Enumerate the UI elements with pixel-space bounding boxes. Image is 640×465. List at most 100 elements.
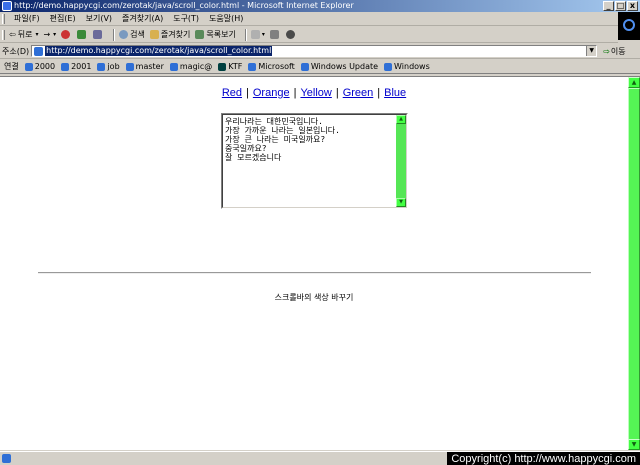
link-ktf[interactable]: KTF	[218, 62, 242, 71]
link-page-icon	[384, 62, 393, 71]
search-label: 검색	[130, 30, 145, 39]
favorites-button[interactable]: 즐겨찾기	[149, 29, 191, 40]
close-button[interactable]: x	[627, 1, 638, 11]
address-dropdown-icon[interactable]: ▼	[586, 46, 597, 56]
demo-textarea[interactable]: 우리나라는 대한민국입니다. 가장 가까운 나라는 일본입니다. 가장 큰 나라…	[221, 113, 408, 209]
forward-label: →	[43, 30, 51, 39]
link-page-icon	[97, 62, 106, 71]
ie-e-icon	[623, 19, 635, 31]
minimize-button[interactable]: _	[603, 1, 614, 11]
link-master[interactable]: master	[125, 62, 164, 71]
back-button[interactable]: ⇦ 뒤로 ▾	[9, 29, 38, 40]
links-bar: 연결 2000 2001 job master magic@ KTF Micro…	[0, 60, 640, 74]
color-link-blue[interactable]: Blue	[384, 87, 406, 99]
textarea-text[interactable]: 우리나라는 대한민국입니다. 가장 가까운 나라는 일본입니다. 가장 큰 나라…	[225, 117, 395, 162]
mail-dropdown-icon[interactable]: ▾	[262, 31, 265, 38]
back-arrow-icon: ⇦	[9, 30, 16, 39]
stop-icon	[61, 30, 71, 39]
messenger-icon	[285, 30, 295, 39]
page-icon	[34, 46, 44, 56]
mail-icon	[250, 30, 260, 39]
color-link-orange[interactable]: Orange	[253, 87, 290, 99]
history-button[interactable]: 목록보기	[195, 29, 236, 40]
menu-tools[interactable]: 도구(T)	[168, 12, 204, 26]
toolbar-grip	[2, 29, 5, 40]
home-button[interactable]	[93, 30, 104, 39]
print-icon	[269, 30, 279, 39]
search-button[interactable]: 검색	[119, 29, 145, 40]
window-title: http://demo.happycgi.com/zerotak/java/sc…	[14, 1, 354, 10]
forward-button[interactable]: → ▾	[43, 30, 56, 39]
window-controls: _ □ x	[603, 0, 638, 11]
copyright-banner: Copyright(c) http://www.happycgi.com	[447, 452, 640, 465]
print-button[interactable]	[269, 30, 281, 39]
refresh-button[interactable]	[77, 30, 88, 39]
maximize-button[interactable]: □	[615, 1, 626, 11]
go-label: 이동	[610, 46, 626, 56]
scroll-up-icon[interactable]: ▲	[628, 77, 640, 88]
back-dropdown-icon[interactable]: ▾	[35, 31, 38, 38]
ie-throbber-logo	[618, 12, 640, 40]
link-page-icon	[125, 62, 134, 71]
toolbar-separator	[113, 28, 116, 41]
link-windows-update[interactable]: Windows Update	[300, 62, 378, 71]
link-magic[interactable]: magic@	[169, 62, 213, 71]
link-separator: |	[246, 87, 249, 99]
scroll-down-icon[interactable]: ▼	[628, 439, 640, 450]
address-label: 주소(D)	[2, 46, 30, 56]
history-icon	[195, 30, 205, 39]
link-windows[interactable]: Windows	[384, 62, 430, 71]
favorites-label: 즐겨찾기	[160, 30, 191, 39]
link-separator: |	[377, 87, 381, 99]
link-2001[interactable]: 2001	[61, 62, 91, 71]
menu-file[interactable]: 파일(F)	[9, 12, 45, 26]
menu-edit[interactable]: 편집(E)	[45, 12, 81, 26]
link-page-icon	[169, 62, 178, 71]
horizontal-rule	[38, 272, 591, 274]
textarea-scroll-down-icon[interactable]: ▼	[396, 198, 406, 207]
history-label: 목록보기	[206, 30, 236, 39]
link-microsoft[interactable]: Microsoft	[248, 62, 295, 71]
scroll-thumb[interactable]	[628, 88, 640, 440]
link-text: KTF	[228, 62, 243, 71]
go-arrow-icon: ⇨	[603, 46, 610, 56]
link-text: Windows	[394, 62, 430, 71]
color-link-red[interactable]: Red	[222, 87, 242, 99]
textarea-scrollbar[interactable]: ▲ ▼	[396, 115, 406, 207]
page-scrollbar[interactable]: ▲ ▼	[628, 76, 640, 450]
link-page-icon	[300, 62, 309, 71]
mail-button[interactable]: ▾	[250, 30, 265, 39]
back-label: 뒤로	[17, 30, 33, 39]
messenger-button[interactable]	[285, 30, 297, 39]
link-page-icon	[248, 62, 257, 71]
favorites-icon	[149, 30, 159, 39]
link-page-icon	[61, 62, 70, 71]
address-url[interactable]: http://demo.happycgi.com/zerotak/java/sc…	[45, 46, 273, 56]
ie-app-icon	[2, 1, 12, 11]
color-link-green[interactable]: Green	[343, 87, 374, 99]
link-page-icon	[24, 62, 33, 71]
toolbar-separator	[244, 28, 247, 41]
color-links-row: Red | Orange | Yellow | Green | Blue	[0, 87, 628, 99]
link-job[interactable]: job	[97, 62, 120, 71]
go-button[interactable]: ⇨ 이동	[603, 46, 625, 57]
link-text: magic@	[179, 62, 213, 71]
address-bar: 주소(D) http://demo.happycgi.com/zerotak/j…	[0, 44, 640, 59]
home-icon	[93, 30, 103, 39]
status-page-icon	[2, 454, 11, 463]
status-bar: Copyright(c) http://www.happycgi.com	[0, 451, 640, 465]
color-link-yellow[interactable]: Yellow	[300, 87, 331, 99]
address-input[interactable]: http://demo.happycgi.com/zerotak/java/sc…	[31, 45, 598, 57]
menu-help[interactable]: 도움말(H)	[204, 12, 248, 26]
search-icon	[119, 30, 129, 39]
link-separator: |	[293, 87, 297, 99]
textarea-scroll-up-icon[interactable]: ▲	[396, 115, 406, 124]
menu-favorites[interactable]: 즐겨찾기(A)	[117, 12, 168, 26]
link-text: job	[107, 62, 120, 71]
link-2000[interactable]: 2000	[24, 62, 55, 71]
stop-button[interactable]	[61, 30, 72, 39]
link-text: master	[135, 62, 164, 71]
menu-view[interactable]: 보기(V)	[81, 12, 117, 26]
forward-dropdown-icon[interactable]: ▾	[53, 31, 56, 38]
window-title-bar[interactable]: http://demo.happycgi.com/zerotak/java/sc…	[0, 0, 640, 12]
